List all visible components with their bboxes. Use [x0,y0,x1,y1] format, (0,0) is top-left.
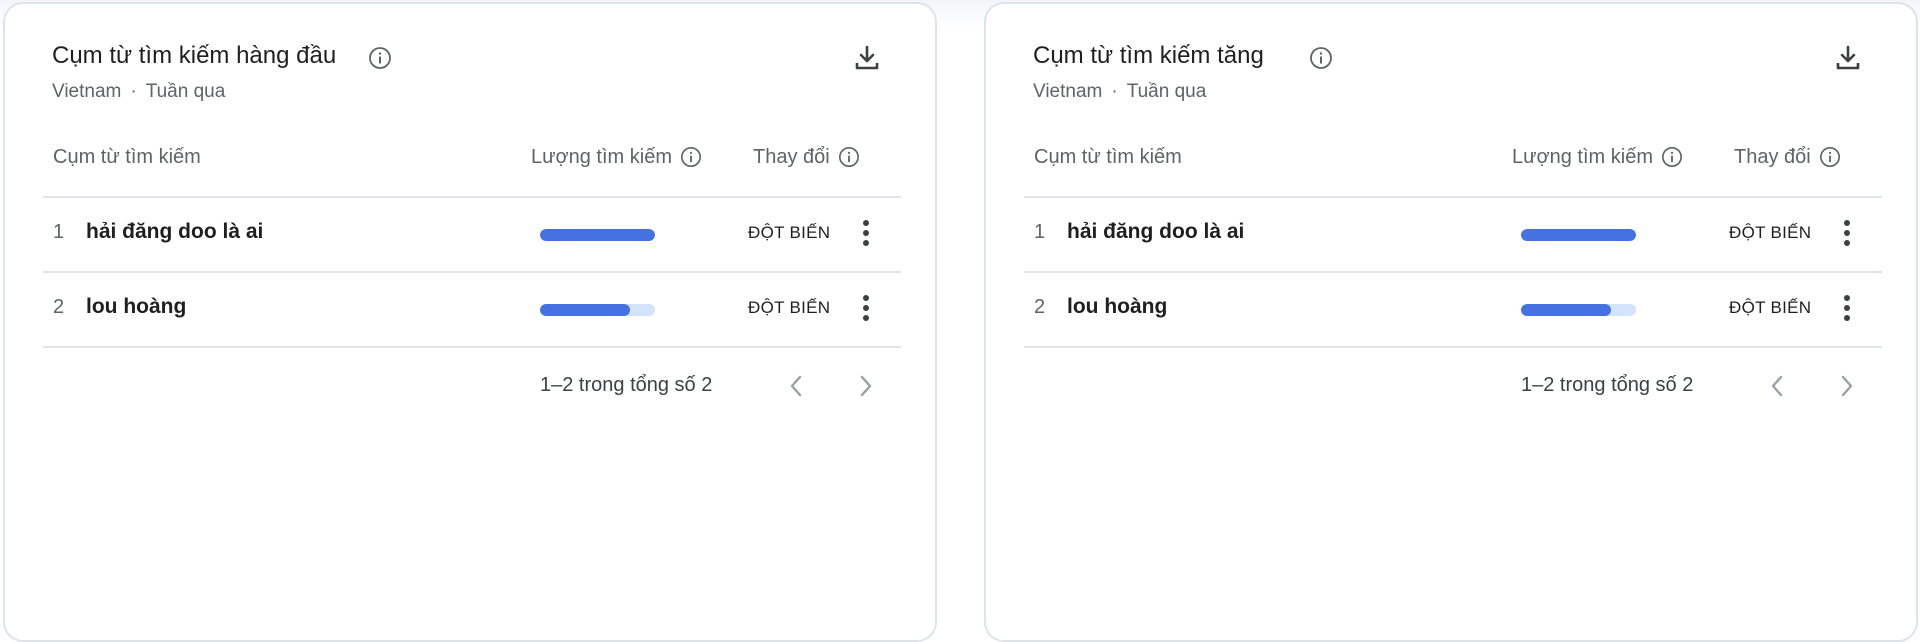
location-label: Vietnam [52,81,122,102]
column-header-volume: Lượng tìm kiếm [1512,146,1683,169]
card-subtitle: Vietnam · Tuần qua [52,81,225,103]
column-header-volume-label: Lượng tìm kiếm [531,146,672,168]
more-vert-icon [1844,220,1850,226]
table-row[interactable]: 1 hải đăng doo là ai ĐỘT BIẾN [1024,198,1882,273]
previous-page-button[interactable] [783,372,811,400]
volume-bar-fill [540,304,630,316]
volume-bar-fill [1521,304,1611,316]
table-row[interactable]: 2 lou hoàng ĐỘT BIẾN [43,273,901,348]
row-term[interactable]: hải đăng doo là ai [86,220,263,244]
chevron-right-icon [860,375,872,397]
card-title: Cụm từ tìm kiếm hàng đầu [52,42,337,69]
chevron-right-icon [1841,375,1853,397]
table-header: Cụm từ tìm kiếm Lượng tìm kiếm Thay đổi [1024,134,1882,198]
column-header-change-label: Thay đổi [1734,146,1811,168]
pagination: 1–2 trong tổng số 2 [5,372,935,402]
download-button[interactable] [851,42,883,74]
row-change: ĐỘT BIẾN [1729,298,1812,317]
pagination-label: 1–2 trong tổng số 2 [1521,374,1694,396]
next-page-button[interactable] [851,372,879,400]
separator: · [130,81,137,102]
info-icon[interactable] [1661,146,1683,168]
row-change: ĐỘT BIẾN [748,223,831,242]
table-row[interactable]: 2 lou hoàng ĐỘT BIẾN [1024,273,1882,348]
volume-bar [1521,304,1636,316]
volume-bar [540,304,655,316]
more-options-button[interactable] [1840,295,1854,325]
column-header-change: Thay đổi [1734,146,1841,169]
row-change: ĐỘT BIẾN [1729,223,1812,242]
info-icon[interactable] [368,46,392,70]
period-label: Tuần qua [1126,81,1207,102]
column-header-term: Cụm từ tìm kiếm [1034,146,1182,168]
table-row[interactable]: 1 hải đăng doo là ai ĐỘT BIẾN [43,198,901,273]
row-change: ĐỘT BIẾN [748,298,831,317]
top-queries-card: Cụm từ tìm kiếm hàng đầu Vietnam · Tuần qu… [3,2,937,642]
more-vert-icon [863,295,869,301]
column-header-volume: Lượng tìm kiếm [531,146,702,169]
more-options-button[interactable] [1840,220,1854,250]
more-vert-icon [863,220,869,226]
previous-page-button[interactable] [1764,372,1792,400]
rising-queries-card: Cụm từ tìm kiếm tăng Vietnam · Tuần qua Cụ… [984,2,1918,642]
volume-bar [1521,229,1636,241]
info-icon[interactable] [1819,146,1841,168]
location-label: Vietnam [1033,81,1103,102]
row-rank: 2 [53,296,65,318]
column-header-change-label: Thay đổi [753,146,830,168]
period-label: Tuần qua [145,81,226,102]
more-vert-icon [1844,295,1850,301]
row-rank: 2 [1034,296,1046,318]
volume-bar-fill [1521,229,1636,241]
card-subtitle: Vietnam · Tuần qua [1033,81,1206,103]
chevron-left-icon [1771,375,1783,397]
separator: · [1111,81,1118,102]
row-term[interactable]: lou hoàng [86,295,186,319]
pagination: 1–2 trong tổng số 2 [986,372,1916,402]
download-icon [1836,45,1860,70]
chevron-left-icon [790,375,802,397]
row-rank: 1 [53,221,65,243]
column-header-volume-label: Lượng tìm kiếm [1512,146,1653,168]
pagination-label: 1–2 trong tổng số 2 [540,374,713,396]
column-header-term: Cụm từ tìm kiếm [53,146,201,168]
info-icon[interactable] [1309,46,1333,70]
row-rank: 1 [1034,221,1046,243]
download-icon [855,45,879,70]
table-header: Cụm từ tìm kiếm Lượng tìm kiếm Thay đổi [43,134,901,198]
info-icon[interactable] [838,146,860,168]
card-title: Cụm từ tìm kiếm tăng [1033,42,1264,69]
more-options-button[interactable] [859,295,873,325]
download-button[interactable] [1832,42,1864,74]
next-page-button[interactable] [1832,372,1860,400]
volume-bar-fill [540,229,655,241]
info-icon[interactable] [680,146,702,168]
more-options-button[interactable] [859,220,873,250]
volume-bar [540,229,655,241]
row-term[interactable]: hải đăng doo là ai [1067,220,1244,244]
row-term[interactable]: lou hoàng [1067,295,1167,319]
column-header-change: Thay đổi [753,146,860,169]
